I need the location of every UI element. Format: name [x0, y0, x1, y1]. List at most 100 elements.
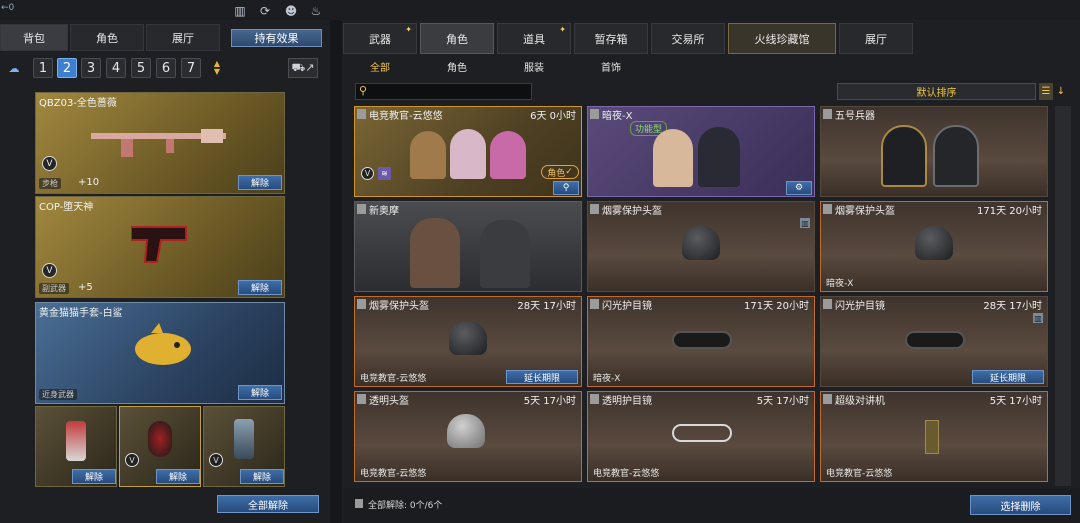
item-card[interactable]: 新奥摩 [354, 201, 582, 292]
inspect-button[interactable]: ⚲ [553, 181, 579, 195]
page-button-4[interactable]: 4 [106, 58, 126, 78]
weapon-bonus: +5 [78, 282, 93, 293]
corner-icon: ←0 [1, 3, 15, 13]
search-icon[interactable]: ⚲ [359, 84, 373, 98]
tab-exchange[interactable]: 交易所 [651, 23, 725, 54]
subtab-all[interactable]: 全部 [370, 59, 390, 74]
release-button[interactable]: 解除 [240, 469, 284, 484]
tab-storage[interactable]: 暂存箱 [574, 23, 648, 54]
item-card[interactable]: 烟雾保护头盔 ▥ [587, 201, 815, 292]
item-name: 五号兵器 [835, 111, 875, 122]
grenade-slot-1[interactable]: 解除 [35, 406, 117, 487]
release-button[interactable]: 解除 [156, 469, 200, 484]
item-card[interactable]: 电竞教官-云悠悠 6天 0小时 V ≋ 角色 ✓ ⚲ [354, 106, 582, 197]
character-portrait [933, 125, 979, 187]
scrollbar[interactable] [1055, 106, 1071, 486]
sort-dropdown[interactable]: 默认排序 [837, 83, 1036, 100]
trash-icon[interactable]: ▥ [800, 218, 810, 228]
page-button-3[interactable]: 3 [81, 58, 101, 78]
release-button[interactable]: 解除 [238, 280, 282, 295]
item-name: 电竞教官-云悠悠 [369, 111, 443, 122]
item-name: 超级对讲机 [835, 396, 885, 407]
release-button[interactable]: 解除 [238, 175, 282, 190]
release-button[interactable]: 解除 [72, 469, 116, 484]
item-card[interactable]: 超级对讲机 5天 17小时 电竞教官-云悠悠 [820, 391, 1048, 482]
item-owner: 暗夜-X [826, 279, 854, 289]
weapon-name: 黄金猫猫手套-白鲨 [39, 308, 123, 319]
extend-button[interactable]: 延长期限 [506, 370, 578, 384]
tab-characters[interactable]: 角色 [420, 23, 494, 54]
rifle-icon [91, 129, 226, 157]
weapon-card-rifle[interactable]: QBZ03-全色蔷薇 V 步枪 +10 解除 [35, 92, 285, 194]
weapon-card-pistol[interactable]: COP-堕天神 V 副武器 +5 解除 [35, 196, 285, 298]
tab-collection[interactable]: 火线珍藏馆 [728, 23, 836, 54]
transfer-button[interactable]: ⛟↗ [288, 58, 318, 78]
release-all-button[interactable]: 全部解除 [217, 495, 319, 513]
page-button-7[interactable]: 7 [181, 58, 201, 78]
refresh-icon[interactable]: ⟳ [257, 3, 273, 19]
tab-items[interactable]: 道具 ✦ [497, 23, 571, 54]
grenade-icon [66, 421, 86, 461]
item-name: 新奥摩 [369, 206, 399, 217]
tab-label: 道具 [523, 32, 545, 46]
grenade-slot-2[interactable]: V 解除 [119, 406, 201, 487]
tab-character[interactable]: 角色 [70, 24, 144, 51]
v-badge-icon: V [42, 263, 57, 278]
helmet-icon [449, 321, 487, 355]
item-card[interactable]: 透明护目镜 5天 17小时 电竞教官-云悠悠 [587, 391, 815, 482]
tab-showroom[interactable]: 展厅 [839, 23, 913, 54]
tab-showroom[interactable]: 展厅 [146, 24, 220, 51]
bookmark-icon [823, 394, 832, 404]
item-time: 6天 0小时 [530, 111, 576, 122]
item-owner: 电竞教官-云悠悠 [593, 469, 660, 479]
item-card[interactable]: 烟雾保护头盔 171天 20小时 暗夜-X [820, 201, 1048, 292]
hold-effect-button[interactable]: 持有效果 [231, 29, 322, 47]
grenade-icon [148, 421, 172, 457]
bookmark-icon [590, 299, 599, 309]
character-portrait [410, 121, 530, 181]
bookmark-icon [355, 499, 363, 508]
settings-button[interactable]: ⚙ [786, 181, 812, 195]
subtab-character[interactable]: 角色 [447, 59, 467, 74]
extend-button[interactable]: 延长期限 [972, 370, 1044, 384]
item-name: 暗夜-X [602, 111, 633, 122]
release-count: 全部解除: 0个/6个 [368, 501, 443, 511]
character-icon[interactable]: ☻ [283, 3, 299, 19]
bookmark-icon [357, 299, 366, 309]
subtab-clothing[interactable]: 服装 [524, 59, 544, 74]
release-button[interactable]: 解除 [238, 385, 282, 400]
tab-weapons[interactable]: 武器 ✦ [343, 23, 417, 54]
weapon-card-melee[interactable]: 黄金猫猫手套-白鲨 近身武器 解除 [35, 302, 285, 404]
page-button-5[interactable]: 5 [131, 58, 151, 78]
tab-backpack[interactable]: 背包 [0, 24, 68, 51]
page-button-1[interactable]: 1 [33, 58, 53, 78]
page-button-2[interactable]: 2 [57, 58, 77, 78]
chart-icon[interactable]: ▥ [232, 3, 248, 19]
item-time: 28天 17小时 [517, 301, 576, 312]
item-card[interactable]: 闪光护目镜 171天 20小时 暗夜-X [587, 296, 815, 387]
item-name: 透明护目镜 [602, 396, 652, 407]
page-button-6[interactable]: 6 [156, 58, 176, 78]
sort-down-icon[interactable]: ↓ [1054, 83, 1068, 100]
subtab-accessory[interactable]: 首饰 [601, 59, 621, 74]
item-card[interactable]: 烟雾保护头盔 28天 17小时 电竞教官-云悠悠 延长期限 [354, 296, 582, 387]
item-owner: 电竞教官-云悠悠 [360, 469, 427, 479]
cloud-icon[interactable]: ☁ [7, 61, 21, 75]
bookmark-icon [823, 109, 832, 119]
grenade-slot-3[interactable]: V 解除 [203, 406, 285, 487]
search-input[interactable] [355, 83, 532, 100]
up-down-arrow-icon[interactable]: ▲ ▼ [208, 58, 226, 78]
bookmark-icon [590, 204, 599, 214]
trash-icon[interactable]: ▥ [1033, 313, 1043, 323]
bookmark-icon [357, 394, 366, 404]
item-card[interactable]: 闪光护目镜 28天 17小时 ▥ 延长期限 [820, 296, 1048, 387]
choose-delete-button[interactable]: 选择删除 [970, 495, 1071, 515]
bag-icon[interactable]: ♨ [308, 3, 324, 19]
item-card[interactable]: 五号兵器 [820, 106, 1048, 197]
item-card[interactable]: 暗夜-X 功能型 ⚙ [587, 106, 815, 197]
weapon-type: 近身武器 [39, 389, 77, 400]
v-badge-icon: V [361, 167, 374, 180]
item-card[interactable]: 透明头盔 5天 17小时 电竞教官-云悠悠 [354, 391, 582, 482]
weapon-type: 副武器 [39, 283, 69, 294]
list-view-icon[interactable]: ☰ [1039, 83, 1053, 100]
